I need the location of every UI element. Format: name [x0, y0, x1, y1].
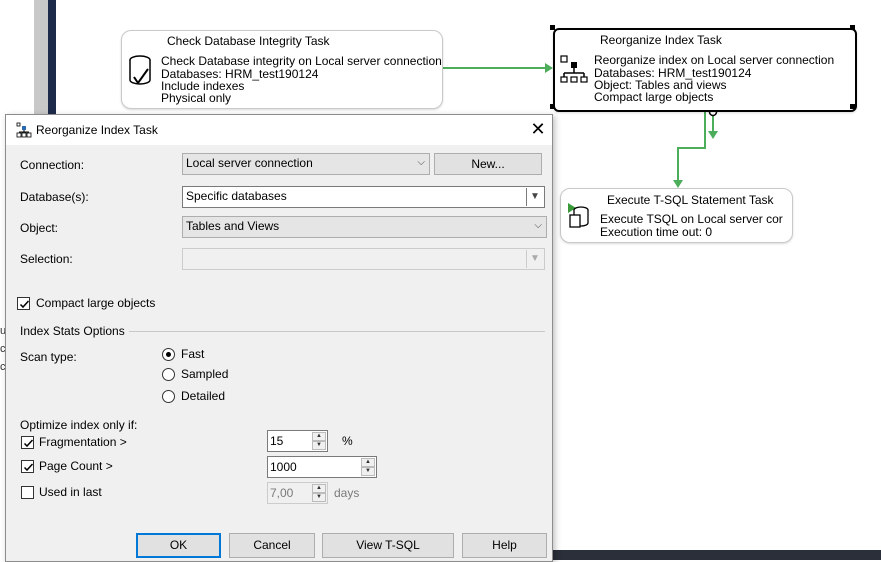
index-stats-section-label: Index Stats Options [20, 324, 125, 338]
chevron-down-icon: ⌵ [534, 220, 542, 231]
connector-arrowhead [545, 63, 553, 73]
fragmentation-value: 15 [270, 434, 284, 448]
selection-handle[interactable] [850, 25, 855, 30]
databases-label: Database(s): [20, 190, 89, 204]
page-count-stepper[interactable]: 1000 ▲ ▼ [267, 456, 377, 478]
object-label: Object: [20, 221, 59, 235]
object-value: Tables and Views [186, 219, 280, 233]
spin-down-icon: ▼ [361, 467, 375, 476]
compact-checkbox[interactable] [17, 297, 30, 310]
connector-reorg-to-exec [677, 108, 706, 182]
fragmentation-unit: % [342, 434, 353, 448]
task-line: Execution time out: 0 [600, 225, 713, 239]
chevron-down-icon: ⌵ [417, 157, 425, 168]
used-in-last-checkbox[interactable] [21, 486, 34, 499]
task-check-database-integrity[interactable]: Check Database Integrity Task Check Data… [121, 30, 443, 109]
task-line: Physical only [161, 91, 232, 105]
spin-up-icon: ▲ [361, 458, 375, 467]
task-line: Check Database integrity on Local server… [161, 54, 442, 68]
dropdown-arrow-icon[interactable]: ▼ [526, 188, 543, 206]
optimize-header: Optimize index only if: [20, 418, 138, 432]
index-tree-icon [16, 122, 32, 141]
selection-handle[interactable] [850, 104, 855, 109]
spin-buttons[interactable]: ▲ ▼ [361, 458, 375, 476]
checkmark-icon [23, 463, 34, 472]
page-count-checkbox[interactable] [21, 460, 34, 473]
selection-select: ▼ [182, 248, 545, 270]
database-check-icon [128, 55, 154, 90]
connector-arrowhead [673, 180, 683, 188]
new-connection-button[interactable]: New... [434, 153, 542, 175]
spin-down-icon: ▼ [312, 441, 326, 450]
help-button[interactable]: Help [462, 533, 547, 558]
task-execute-tsql[interactable]: Execute T-SQL Statement Task Execute TSQ… [560, 188, 793, 243]
compact-label[interactable]: Compact large objects [36, 296, 155, 310]
task-title: Check Database Integrity Task [167, 34, 330, 48]
tsql-task-icon [566, 201, 596, 234]
used-in-last-label[interactable]: Used in last [39, 485, 102, 499]
reorganize-index-dialog: Reorganize Index Task ✕ Connection: Loca… [5, 114, 553, 562]
checkmark-icon [19, 300, 30, 309]
connection-select[interactable]: Local server connection ⌵ [182, 153, 430, 175]
task-title: Reorganize Index Task [600, 33, 722, 47]
view-tsql-button[interactable]: View T-SQL [322, 533, 454, 558]
connector-arrowhead [708, 131, 718, 139]
fragmentation-checkbox[interactable] [21, 436, 34, 449]
ok-button[interactable]: OK [136, 533, 221, 558]
databases-value: Specific databases [186, 189, 287, 203]
scan-sampled-label[interactable]: Sampled [181, 367, 228, 381]
task-title: Execute T-SQL Statement Task [607, 193, 774, 207]
connection-label: Connection: [20, 158, 85, 172]
scan-fast-radio[interactable] [162, 348, 175, 361]
checkmark-icon [23, 439, 34, 448]
page-count-value: 1000 [270, 460, 297, 474]
scan-detailed-radio[interactable] [162, 390, 175, 403]
scan-detailed-label[interactable]: Detailed [181, 389, 225, 403]
spin-down-icon: ▼ [312, 493, 326, 502]
dialog-title: Reorganize Index Task [36, 123, 158, 137]
scan-fast-label[interactable]: Fast [181, 347, 204, 361]
task-line: Reorganize index on Local server connect… [594, 53, 835, 67]
connection-value: Local server connection [186, 156, 313, 170]
task-line: Execute TSQL on Local server cor [600, 212, 783, 226]
used-in-last-stepper: 7,00 ▲ ▼ [267, 482, 328, 504]
used-in-last-unit: days [334, 486, 360, 500]
index-tree-icon [559, 54, 589, 87]
task-reorganize-index[interactable]: Reorganize Index Task Reorganize index o… [553, 28, 857, 112]
dropdown-arrow-icon: ▼ [526, 250, 543, 268]
spin-up-icon: ▲ [312, 484, 326, 493]
section-divider [129, 331, 545, 332]
dialog-titlebar[interactable]: Reorganize Index Task ✕ [6, 115, 552, 145]
close-icon[interactable]: ✕ [526, 118, 550, 140]
page-count-label[interactable]: Page Count > [39, 459, 113, 473]
fragmentation-label[interactable]: Fragmentation > [39, 435, 127, 449]
object-select[interactable]: Tables and Views ⌵ [182, 216, 547, 238]
cancel-button[interactable]: Cancel [229, 533, 315, 558]
task-line: Compact large objects [594, 90, 714, 104]
scan-sampled-radio[interactable] [162, 368, 175, 381]
scan-type-label: Scan type: [20, 350, 77, 364]
spin-buttons[interactable]: ▲ ▼ [312, 432, 326, 450]
selection-label: Selection: [20, 252, 73, 266]
spin-buttons: ▲ ▼ [312, 484, 326, 502]
databases-select[interactable]: Specific databases ▼ [182, 186, 545, 208]
selection-handle[interactable] [550, 104, 555, 109]
spin-up-icon: ▲ [312, 432, 326, 441]
used-in-last-value: 7,00 [270, 486, 294, 500]
selection-handle[interactable] [550, 25, 555, 30]
fragmentation-stepper[interactable]: 15 ▲ ▼ [267, 430, 328, 452]
